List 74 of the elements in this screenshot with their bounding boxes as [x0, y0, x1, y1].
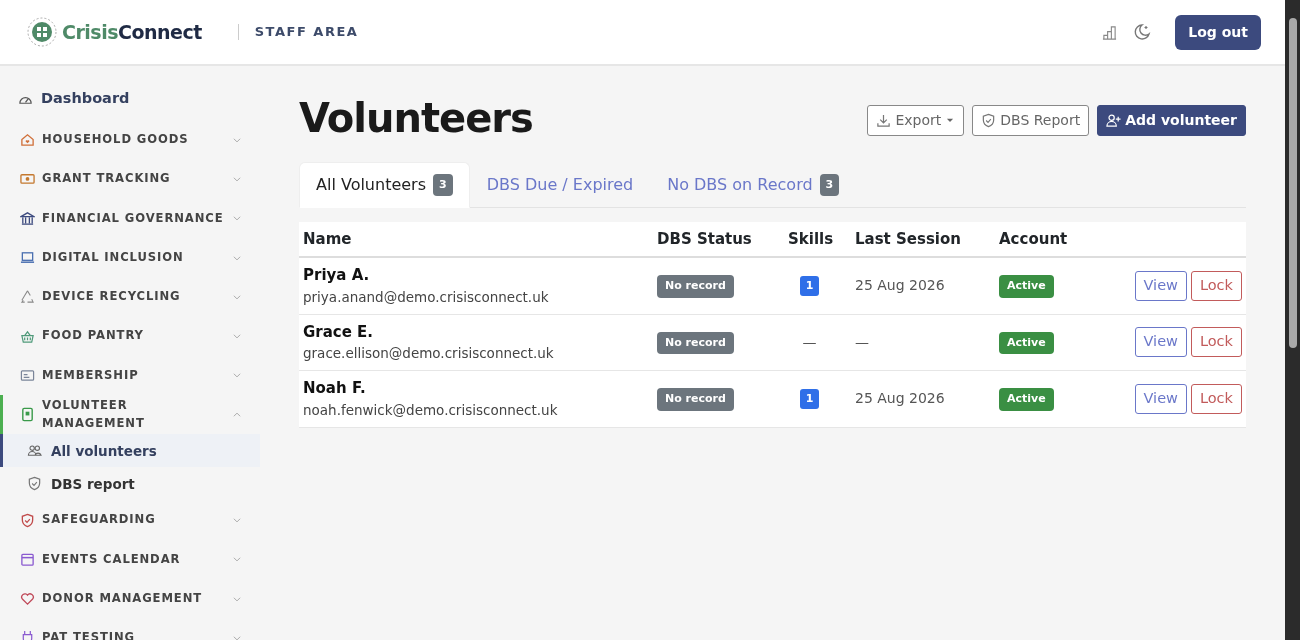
chevron-down-icon	[232, 515, 242, 525]
brand-name[interactable]: CrisisConnect	[62, 17, 202, 47]
sidebar-item[interactable]: DBS report	[0, 467, 260, 501]
heart-icon	[20, 591, 35, 607]
sidebar-group[interactable]: DIGITAL INCLUSION	[0, 237, 260, 278]
house-icon	[20, 132, 35, 148]
tab[interactable]: No DBS on Record 3	[650, 162, 857, 208]
sidebar-group[interactable]: MEMBERSHIP	[0, 355, 260, 396]
column-header: DBS Status	[656, 228, 753, 250]
basket-icon	[20, 328, 35, 344]
tab[interactable]: DBS Due / Expired	[469, 162, 651, 208]
column-header: Account	[998, 228, 1069, 250]
view-button[interactable]: View	[1134, 383, 1187, 414]
shield-icon	[20, 512, 35, 528]
volunteer-name: Grace E.	[303, 321, 375, 343]
account-status-badge: Active	[999, 388, 1054, 411]
laptop-icon	[20, 250, 35, 266]
skills-count: 1	[799, 388, 820, 409]
sidebar-group[interactable]: FINANCIAL GOVERNANCE	[0, 198, 260, 238]
people-icon	[27, 443, 42, 459]
dbs-status-badge: No record	[657, 275, 734, 298]
last-session: 25 Aug 2026	[855, 277, 945, 294]
shield-icon	[27, 476, 42, 492]
volunteer-email: priya.anand@demo.crisisconnect.uk	[303, 287, 550, 307]
volunteer-email: grace.ellison@demo.crisisconnect.uk	[303, 344, 555, 364]
lock-button[interactable]: Lock	[1190, 327, 1242, 358]
bank-icon	[20, 210, 35, 226]
last-session: —	[855, 333, 869, 350]
signal-icon[interactable]	[1102, 24, 1118, 40]
download-icon	[876, 112, 892, 128]
last-session: 25 Aug 2026	[855, 390, 945, 407]
view-button[interactable]: View	[1134, 270, 1187, 301]
account-status-badge: Active	[999, 331, 1054, 354]
report-button[interactable]: DBS Report	[972, 104, 1090, 136]
logout-button[interactable]: Log out	[1175, 14, 1261, 50]
sidebar-group[interactable]: HOUSEHOLD GOODS	[0, 120, 260, 160]
tab[interactable]: All Volunteers 3	[299, 162, 470, 208]
volunteer-name: Noah F.	[303, 378, 367, 400]
sidebar-group[interactable]: DEVICE RECYCLING	[0, 277, 260, 317]
count-badge: 3	[433, 173, 453, 197]
dbs-status-badge: No record	[657, 388, 734, 411]
skills-value: —	[802, 332, 817, 352]
volunteer-name: Priya A.	[303, 265, 371, 287]
view-button[interactable]: View	[1134, 327, 1187, 358]
skills-count: 1	[799, 275, 820, 296]
lock-button[interactable]: Lock	[1190, 270, 1242, 301]
shield-icon	[981, 112, 997, 128]
banknote-icon	[20, 171, 35, 187]
logo-icon	[26, 16, 58, 48]
sidebar-group[interactable]: DONOR MANAGEMENT	[0, 578, 260, 619]
badge-icon	[20, 407, 35, 423]
volunteer-email: noah.fenwick@demo.crisisconnect.uk	[303, 400, 559, 420]
page-title: Volunteers	[299, 94, 533, 142]
count-badge: 3	[819, 173, 840, 197]
staff-area-label: STAFF AREA	[254, 23, 359, 42]
sidebar-group[interactable]: FOOD PANTRY	[0, 316, 260, 356]
add-volunteer-button[interactable]: Add volunteer	[1097, 104, 1246, 136]
column-header: Name	[302, 228, 353, 250]
lock-button[interactable]: Lock	[1190, 383, 1242, 414]
sidebar-group[interactable]: EVENTS CALENDAR	[0, 539, 260, 579]
sidebar-group[interactable]: SAFEGUARDING	[0, 500, 260, 540]
scrollbar[interactable]	[1285, 0, 1300, 640]
calendar-icon	[20, 551, 35, 567]
moon-icon[interactable]	[1133, 23, 1152, 41]
sidebar-item[interactable]: All volunteers	[0, 434, 260, 468]
add-person-icon	[1106, 112, 1122, 128]
sidebar-group[interactable]: GRANT TRACKING	[0, 159, 260, 199]
account-status-badge: Active	[999, 275, 1054, 298]
dashboard-link[interactable]: Dashboard	[0, 88, 260, 110]
column-header: Skills	[787, 228, 835, 250]
export-button[interactable]: Export	[867, 104, 965, 136]
id-card-icon	[20, 367, 35, 383]
column-header: Last Session	[854, 228, 962, 250]
dbs-status-badge: No record	[657, 331, 734, 354]
